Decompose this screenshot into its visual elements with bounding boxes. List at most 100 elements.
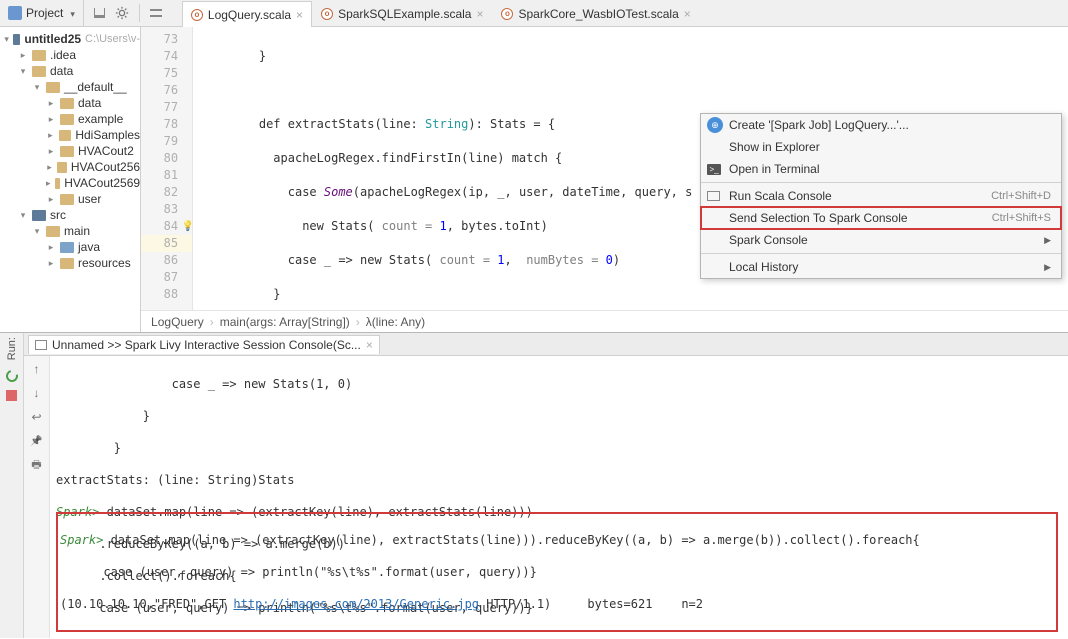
tree-label: __default__ [64, 80, 127, 94]
run-panel: Run: Unnamed >> Spark Livy Interactive S… [0, 332, 1068, 638]
tree-node[interactable]: HVACout256 [0, 159, 140, 175]
chevron-right-icon: ▶ [1044, 235, 1051, 246]
tree-node[interactable]: .idea [0, 47, 140, 63]
folder-icon [55, 178, 61, 189]
breadcrumb-item[interactable]: main(args: Array[String]) [220, 315, 350, 329]
folder-icon [60, 242, 74, 253]
stop-icon[interactable] [6, 390, 17, 401]
close-icon[interactable]: × [684, 7, 691, 21]
hide-icon[interactable] [150, 9, 162, 17]
chevron-right-icon[interactable] [46, 130, 55, 141]
tree-node[interactable]: data [0, 63, 140, 79]
arrow-down-icon[interactable] [30, 386, 44, 400]
code-line: } [201, 286, 1068, 303]
project-tree[interactable]: untitled25 C:\Users\v- .idea data __defa… [0, 27, 141, 332]
context-menu: ⊕Create '[Spark Job] LogQuery...'... Sho… [700, 113, 1062, 279]
collapse-icon[interactable] [94, 8, 105, 18]
project-dropdown[interactable]: Project [0, 0, 84, 26]
close-icon[interactable]: × [366, 338, 373, 352]
chevron-right-icon[interactable] [46, 242, 56, 253]
arrow-up-icon[interactable] [30, 362, 44, 376]
chevron-right-icon[interactable] [46, 258, 56, 269]
menu-label: Local History [729, 260, 798, 274]
tab-sparkcore[interactable]: o SparkCore_WasbIOTest.scala × [492, 0, 699, 26]
folder-icon [60, 98, 74, 109]
tree-root[interactable]: untitled25 C:\Users\v- [0, 31, 140, 47]
tree-node[interactable]: java [0, 239, 140, 255]
close-icon[interactable]: × [476, 7, 483, 21]
chevron-right-icon[interactable] [46, 98, 56, 109]
folder-icon [32, 66, 46, 77]
folder-icon [32, 50, 46, 61]
tree-node[interactable]: data [0, 95, 140, 111]
run-label: Run: [6, 337, 18, 360]
tab-logquery[interactable]: o LogQuery.scala × [182, 1, 312, 27]
menu-item-show-explorer[interactable]: Show in Explorer [701, 136, 1061, 158]
chevron-down-icon[interactable] [18, 66, 28, 77]
code-line: } [201, 48, 1068, 65]
tree-node[interactable]: user [0, 191, 140, 207]
top-bar: Project o LogQuery.scala × o SparkSQLExa… [0, 0, 1068, 27]
scala-file-icon: o [321, 8, 333, 20]
console-line: extractStats: (line: String)Stats [56, 472, 1062, 488]
tab-sparksql[interactable]: o SparkSQLExample.scala × [312, 0, 492, 26]
chevron-right-icon[interactable] [46, 194, 56, 205]
console-wrap: case _ => new Stats(1, 0) } } extractSta… [24, 356, 1068, 638]
menu-item-send-selection-spark[interactable]: Send Selection To Spark ConsoleCtrl+Shif… [701, 207, 1061, 229]
project-icon [8, 6, 22, 20]
tree-node[interactable]: HVACout2 [0, 143, 140, 159]
menu-item-open-terminal[interactable]: >_Open in Terminal [701, 158, 1061, 180]
menu-label: Spark Console [729, 233, 808, 247]
console-line: case _ => new Stats(1, 0) [56, 376, 1062, 392]
menu-shortcut: Ctrl+Shift+D [991, 190, 1051, 202]
tree-node[interactable]: __default__ [0, 79, 140, 95]
tree-node[interactable]: main [0, 223, 140, 239]
tree-node[interactable]: example [0, 111, 140, 127]
chevron-right-icon[interactable] [46, 178, 51, 189]
tree-node[interactable]: HdiSamples [0, 127, 140, 143]
breadcrumb-item[interactable]: LogQuery [151, 315, 204, 329]
console-line: case (user, query) => println("%s\t%s".f… [60, 564, 1054, 580]
tree-label: example [78, 112, 123, 126]
chevron-down-icon[interactable] [32, 82, 42, 93]
chevron-down-icon[interactable] [4, 34, 9, 45]
tree-label: java [78, 240, 100, 254]
chevron-right-icon[interactable] [46, 114, 56, 125]
code-line [201, 82, 1068, 99]
gear-icon[interactable] [115, 6, 129, 20]
chevron-down-icon[interactable] [18, 210, 28, 221]
print-icon[interactable] [30, 458, 44, 472]
chevron-right-icon[interactable] [18, 50, 28, 61]
run-tab-bar: Unnamed >> Spark Livy Interactive Sessio… [24, 333, 1068, 356]
chevron-right-icon[interactable] [46, 146, 56, 157]
chevron-right-icon[interactable] [46, 162, 53, 173]
console-line: Spark> dataSet.map(line => (extractKey(l… [60, 532, 1054, 548]
console-line: } [56, 408, 1062, 424]
menu-label: Send Selection To Spark Console [729, 211, 908, 225]
menu-item-run-scala-console[interactable]: Run Scala ConsoleCtrl+Shift+D [701, 185, 1061, 207]
tree-node[interactable]: HVACout2569 [0, 175, 140, 191]
run-tab[interactable]: Unnamed >> Spark Livy Interactive Sessio… [28, 335, 380, 354]
folder-icon [60, 146, 74, 157]
tree-label: src [50, 208, 66, 222]
console-link[interactable]: http://images.com/2013/Generic.jpg [233, 597, 479, 611]
menu-item-spark-console[interactable]: Spark Console ▶ [701, 229, 1061, 251]
scala-file-icon: o [501, 8, 513, 20]
close-icon[interactable]: × [296, 8, 303, 22]
tree-node[interactable]: src [0, 207, 140, 223]
menu-item-create-spark-job[interactable]: ⊕Create '[Spark Job] LogQuery...'... [701, 114, 1061, 136]
console-line: (10.10.10.10,"FRED",GET http://images.co… [60, 596, 1054, 612]
tab-label: SparkCore_WasbIOTest.scala [518, 7, 678, 21]
globe-icon: ⊕ [707, 117, 723, 133]
tree-node[interactable]: resources [0, 255, 140, 271]
soft-wrap-icon[interactable] [30, 410, 44, 424]
console-output[interactable]: case _ => new Stats(1, 0) } } extractSta… [50, 356, 1068, 638]
tree-hint: C:\Users\v- [85, 33, 140, 45]
chevron-down-icon[interactable] [32, 226, 42, 237]
breadcrumb-item[interactable]: λ(line: Any) [366, 315, 425, 329]
breadcrumb[interactable]: LogQuery › main(args: Array[String]) › λ… [141, 310, 1068, 332]
rerun-icon[interactable] [3, 368, 19, 384]
chevron-right-icon: › [210, 315, 214, 329]
menu-item-local-history[interactable]: Local History▶ [701, 256, 1061, 278]
pin-icon[interactable] [30, 434, 44, 448]
